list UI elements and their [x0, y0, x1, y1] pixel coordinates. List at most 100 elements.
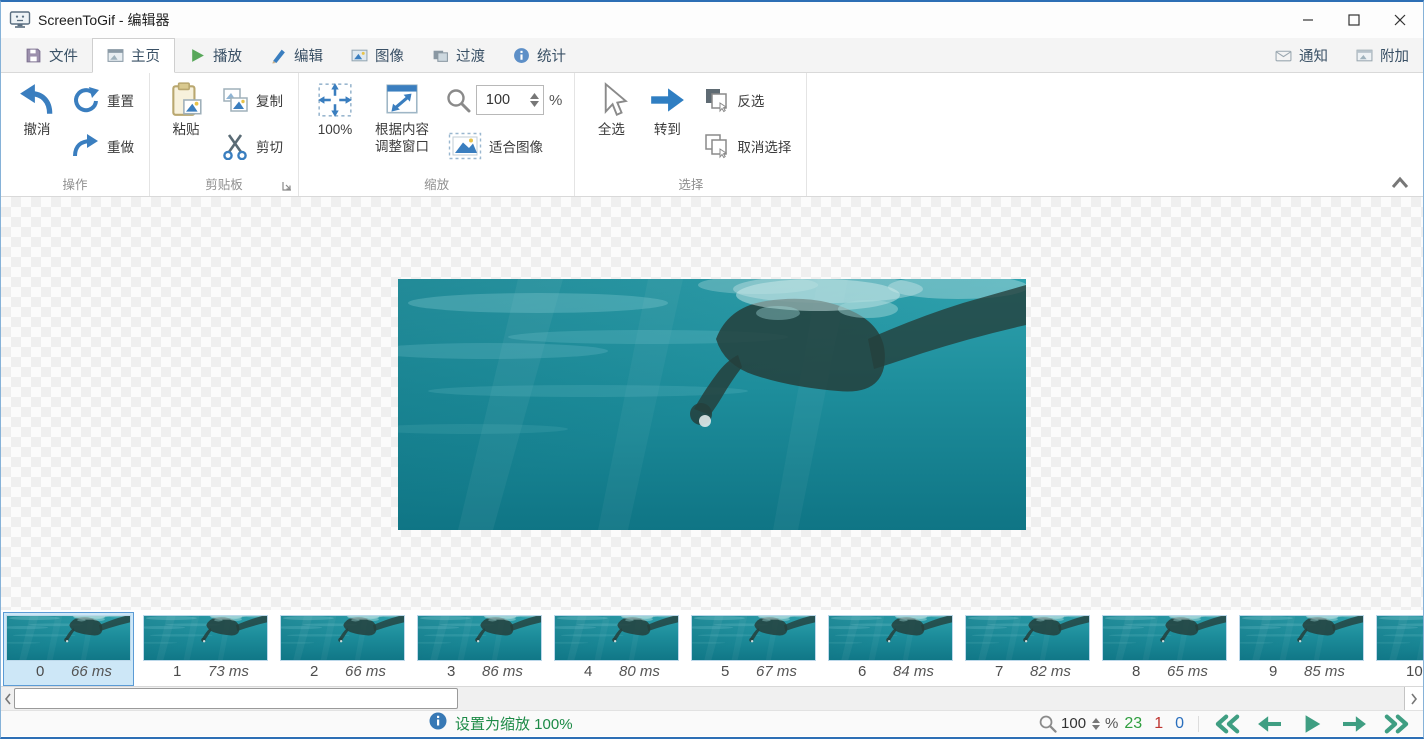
- paste-icon: [167, 81, 205, 119]
- magnifier-icon: [445, 87, 471, 113]
- notifications-button[interactable]: 通知: [1261, 38, 1342, 72]
- zoom-100-button[interactable]: 100%: [307, 77, 363, 139]
- scroll-right-button[interactable]: [1404, 687, 1423, 710]
- tab-label: 通知: [1299, 45, 1328, 66]
- frame-index: 5: [721, 663, 729, 680]
- tab-image[interactable]: 图像: [337, 38, 418, 72]
- frame-item[interactable]: 6 84 ms: [825, 612, 956, 686]
- frame-item[interactable]: 7 82 ms: [962, 612, 1093, 686]
- window-image-icon: [1356, 47, 1373, 64]
- window-controls: [1285, 2, 1423, 38]
- fit-window-to-content-button[interactable]: 根据内容调整窗口: [363, 77, 441, 156]
- frame-delay: 66 ms: [345, 663, 386, 680]
- play-button[interactable]: [1291, 712, 1333, 736]
- frame-item[interactable]: 8 65 ms: [1099, 612, 1230, 686]
- app-icon: [9, 10, 31, 30]
- scissors-icon: [221, 132, 249, 160]
- group-label-zoom: 缩放: [299, 174, 574, 193]
- extras-button[interactable]: 附加: [1342, 38, 1423, 72]
- paste-button[interactable]: 粘贴: [158, 77, 214, 139]
- reset-button[interactable]: 重置: [65, 77, 141, 123]
- ribbon-group-zoom: 100% 根据内容调整窗口 %: [299, 73, 575, 196]
- frame-item[interactable]: 5 67 ms: [688, 612, 819, 686]
- frame-thumbnail: [828, 615, 953, 661]
- frame-index: 6: [858, 663, 866, 680]
- frame-delay: 86 ms: [482, 663, 523, 680]
- ribbon-group-clipboard: 粘贴 复制 剪切 剪贴板: [150, 73, 299, 196]
- frame-delay: 65 ms: [1167, 663, 1208, 680]
- fit-image-icon: [448, 132, 482, 160]
- minimize-button[interactable]: [1285, 2, 1331, 38]
- frame-thumbnail: [280, 615, 405, 661]
- invert-selection-button[interactable]: 反选: [695, 77, 798, 123]
- frame-item[interactable]: 1 73 ms: [140, 612, 271, 686]
- tab-label: 编辑: [294, 45, 323, 66]
- current-frame-image[interactable]: [398, 279, 1026, 530]
- info-icon: [429, 712, 447, 735]
- tab-statistics[interactable]: 统计: [499, 38, 580, 72]
- tab-home[interactable]: 主页: [92, 38, 175, 73]
- frame-item[interactable]: 4 80 ms: [551, 612, 682, 686]
- copy-button[interactable]: 复制: [214, 77, 290, 123]
- frame-delay: 82 ms: [1030, 663, 1071, 680]
- frame-item[interactable]: 0 66 ms: [3, 612, 134, 686]
- frame-item[interactable]: 9 85 ms: [1236, 612, 1367, 686]
- frame-delay: 84 ms: [893, 663, 934, 680]
- overlapping-squares-filled-icon: [702, 86, 730, 114]
- next-frame-button[interactable]: [1333, 712, 1375, 736]
- first-frame-button[interactable]: [1207, 712, 1249, 736]
- deselect-button[interactable]: 取消选择: [695, 123, 798, 169]
- play-triangle-icon: [189, 47, 206, 64]
- info-count-badge: 0: [1175, 715, 1184, 733]
- tab-edit[interactable]: 编辑: [256, 38, 337, 72]
- status-zoom-input[interactable]: [1061, 715, 1091, 732]
- info-circle-icon: [513, 47, 530, 64]
- cursor-arrow-icon: [592, 81, 630, 119]
- filmstrip-scrollbar[interactable]: [1, 686, 1423, 710]
- collapse-ribbon-button[interactable]: [1389, 176, 1411, 190]
- tab-label: 附加: [1380, 45, 1409, 66]
- editor-canvas[interactable]: [1, 197, 1423, 610]
- tab-file[interactable]: 文件: [11, 38, 92, 72]
- envelope-icon: [1275, 47, 1292, 64]
- status-spinner-up-icon[interactable]: [1091, 717, 1101, 724]
- last-frame-button[interactable]: [1375, 712, 1417, 736]
- undo-button[interactable]: 撤消: [9, 77, 65, 139]
- frame-index: 2: [310, 663, 318, 680]
- divider: [1198, 716, 1199, 732]
- cut-button[interactable]: 剪切: [214, 123, 290, 169]
- clipboard-dialog-launcher-icon[interactable]: [281, 179, 293, 191]
- tab-transitions[interactable]: 过渡: [418, 38, 499, 72]
- frame-index: 0: [36, 663, 44, 680]
- tab-playback[interactable]: 播放: [175, 38, 256, 72]
- fit-image-button[interactable]: 适合图像: [441, 123, 566, 169]
- scroll-left-button[interactable]: [1, 687, 14, 710]
- pencil-icon: [270, 47, 287, 64]
- frame-item[interactable]: 2 66 ms: [277, 612, 408, 686]
- frame-item[interactable]: 3 86 ms: [414, 612, 545, 686]
- frame-index: 3: [447, 663, 455, 680]
- previous-frame-button[interactable]: [1249, 712, 1291, 736]
- status-bar: 设置为缩放 100% % 23 1 0: [1, 710, 1423, 736]
- close-button[interactable]: [1377, 2, 1423, 38]
- ribbon-group-selection: 全选 转到 反选 取消选择 选择: [575, 73, 807, 196]
- status-message: 设置为缩放 100%: [455, 713, 573, 734]
- frame-thumbnail: [691, 615, 816, 661]
- scrollbar-thumb[interactable]: [14, 688, 458, 709]
- zoom-input[interactable]: [477, 92, 519, 108]
- frame-item[interactable]: 10: [1373, 612, 1423, 686]
- maximize-button[interactable]: [1331, 2, 1377, 38]
- redo-icon: [72, 132, 100, 160]
- frame-count-badge: 23: [1124, 715, 1142, 733]
- frame-thumbnail: [143, 615, 268, 661]
- redo-button[interactable]: 重做: [65, 123, 141, 169]
- window-diagonal-arrow-icon: [383, 81, 421, 119]
- frame-thumbnail: [417, 615, 542, 661]
- frame-index: 8: [1132, 663, 1140, 680]
- spinner-down-icon[interactable]: [529, 100, 540, 108]
- frame-thumbnail: [1376, 615, 1423, 661]
- spinner-up-icon[interactable]: [529, 92, 540, 100]
- select-all-button[interactable]: 全选: [583, 77, 639, 139]
- go-to-frame-button[interactable]: 转到: [639, 77, 695, 139]
- status-spinner-down-icon[interactable]: [1091, 724, 1101, 731]
